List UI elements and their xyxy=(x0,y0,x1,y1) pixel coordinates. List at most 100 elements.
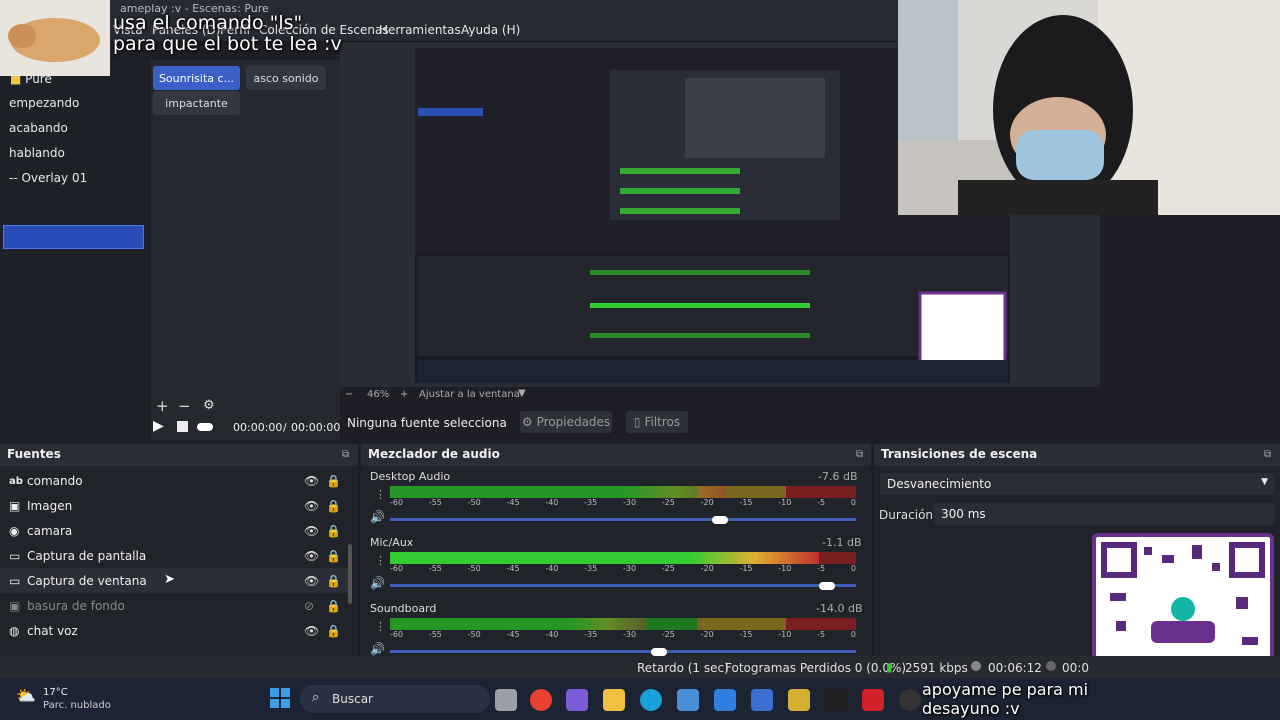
scene-item-overlay[interactable]: -- Overlay 01 xyxy=(9,171,87,185)
tick-label: -55 xyxy=(428,564,442,573)
channel-menu-icon[interactable]: ⋮ xyxy=(375,620,386,633)
lock-icon[interactable]: 🔒 xyxy=(326,574,341,588)
play-icon[interactable]: ▶ xyxy=(153,418,164,434)
search-label: Buscar xyxy=(332,692,373,706)
channel-menu-icon[interactable]: ⋮ xyxy=(375,488,386,501)
tick-label: -50 xyxy=(467,498,481,507)
channel-menu-icon[interactable]: ⋮ xyxy=(375,554,386,567)
taskbar-search[interactable]: ⌕ Buscar xyxy=(300,685,490,713)
lock-icon[interactable]: 🔒 xyxy=(326,474,341,488)
cat-image xyxy=(0,0,110,76)
playback-total-time: 00:00:00 xyxy=(291,421,341,434)
source-item-camara[interactable]: ◉ camara xyxy=(9,524,72,538)
gear-icon[interactable]: ⚙ xyxy=(203,398,215,413)
menu-ayuda[interactable]: Ayuda (H) xyxy=(461,23,520,37)
stop-icon[interactable] xyxy=(177,421,188,432)
monitor-icon: ▭ xyxy=(9,549,21,563)
filters-button[interactable]: ▯ Filtros xyxy=(626,411,688,433)
seek-slider[interactable] xyxy=(197,423,213,431)
tick-label: -60 xyxy=(390,498,404,507)
remove-scene-button[interactable]: − xyxy=(178,397,191,415)
source-item-imagen[interactable]: ▣ Imagen xyxy=(9,499,72,513)
volume-slider-knob[interactable] xyxy=(818,582,835,590)
source-item-basura-fondo[interactable]: ▣ basura de fondo xyxy=(9,599,125,613)
lock-icon[interactable]: 🔒 xyxy=(326,524,341,538)
mouse-cursor-icon: ➤ xyxy=(164,572,175,587)
tick-label: 0 xyxy=(850,498,856,507)
live-time: 00:06:12 xyxy=(988,661,1042,675)
tick-label: -40 xyxy=(545,630,559,639)
zoom-in-button[interactable]: + xyxy=(400,389,408,400)
tick-label: -25 xyxy=(661,630,675,639)
fit-window-button[interactable]: Ajustar a la ventana xyxy=(419,389,520,400)
chevron-down-icon[interactable]: ▼ xyxy=(518,388,526,399)
channel-mic-aux-name: Mic/Aux xyxy=(370,536,414,549)
dock-undock-icon[interactable]: ⧉ xyxy=(342,449,349,460)
tick-label: -50 xyxy=(467,564,481,573)
store-icon[interactable] xyxy=(677,689,699,711)
tick-label: -25 xyxy=(661,564,675,573)
volume-icon[interactable]: 🔊 xyxy=(370,510,385,524)
dock-undock-icon[interactable]: ⧉ xyxy=(856,449,863,460)
properties-button[interactable]: ⚙ Propiedades xyxy=(520,411,612,433)
file-explorer-icon[interactable] xyxy=(603,689,625,711)
lock-icon[interactable]: 🔒 xyxy=(326,599,341,613)
add-scene-button[interactable]: + xyxy=(156,397,169,415)
sound-button-asco[interactable]: asco sonido xyxy=(246,66,326,90)
channel-soundboard-name: Soundboard xyxy=(370,602,437,615)
lock-icon[interactable]: 🔒 xyxy=(326,499,341,513)
volume-slider[interactable] xyxy=(390,518,856,521)
app-icon[interactable] xyxy=(751,689,773,711)
record-indicator-icon xyxy=(1046,661,1056,671)
tick-label: -35 xyxy=(584,498,598,507)
sound-button-impactante[interactable]: impactante xyxy=(153,91,240,115)
edge-icon[interactable] xyxy=(640,689,662,711)
menu-herramientas[interactable]: Herramientas xyxy=(379,23,461,37)
source-item-captura-pantalla[interactable]: ▭ Captura de pantalla xyxy=(9,549,146,563)
volume-slider[interactable] xyxy=(390,584,856,587)
zoom-level: 46% xyxy=(367,389,390,400)
volume-icon[interactable]: 🔊 xyxy=(370,576,385,590)
duration-input[interactable]: 300 ms xyxy=(934,503,1274,525)
windows-start-icon[interactable] xyxy=(270,688,290,708)
eye-icon[interactable]: 👁 xyxy=(304,499,319,513)
source-item-captura-ventana[interactable]: ▭ Captura de ventana xyxy=(9,574,147,588)
scene-item-acabando[interactable]: acabando xyxy=(9,121,68,135)
eye-hidden-icon[interactable]: ⊘ xyxy=(304,599,314,613)
eye-icon[interactable]: 👁 xyxy=(304,574,319,588)
chrome-icon[interactable] xyxy=(530,689,552,711)
eye-icon[interactable]: 👁 xyxy=(304,624,319,638)
task-view-icon[interactable] xyxy=(495,689,517,711)
transition-select[interactable]: Desvanecimiento ▼ xyxy=(880,473,1274,495)
dock-undock-icon[interactable]: ⧉ xyxy=(1264,449,1271,460)
weather-temp: 17°C xyxy=(43,687,68,698)
scene-item-hablando[interactable]: hablando xyxy=(9,146,65,160)
volume-slider[interactable] xyxy=(390,650,856,653)
tick-label: -45 xyxy=(506,564,520,573)
dropbox-icon[interactable] xyxy=(714,689,736,711)
sources-scrollbar[interactable] xyxy=(348,544,352,604)
tick-label: -35 xyxy=(584,630,598,639)
eye-icon[interactable]: 👁 xyxy=(304,524,319,538)
lock-icon[interactable]: 🔒 xyxy=(326,549,341,563)
app-icon[interactable] xyxy=(862,689,884,711)
zoom-out-button[interactable]: − xyxy=(345,389,353,400)
copilot-icon[interactable] xyxy=(566,689,588,711)
volume-slider-knob[interactable] xyxy=(711,516,728,524)
app-icon[interactable] xyxy=(788,689,810,711)
tick-label: -15 xyxy=(739,564,753,573)
signal-icon: ▮ xyxy=(886,660,893,674)
eye-icon[interactable]: 👁 xyxy=(304,549,319,563)
eye-icon[interactable]: 👁 xyxy=(304,474,319,488)
obs-icon[interactable] xyxy=(899,689,921,711)
weather-desc: Parc. nublado xyxy=(43,700,111,711)
volume-icon[interactable]: 🔊 xyxy=(370,642,385,656)
lock-icon[interactable]: 🔒 xyxy=(326,624,341,638)
source-item-comando[interactable]: ab comando xyxy=(9,474,83,488)
chevron-down-icon: ▼ xyxy=(1261,477,1268,487)
source-item-chat-voz[interactable]: ◍ chat voz xyxy=(9,624,78,638)
streamer-app-icon[interactable] xyxy=(825,689,847,711)
volume-slider-knob[interactable] xyxy=(650,648,667,656)
scene-item-empezando[interactable]: empezando xyxy=(9,96,79,110)
sound-button-sonrisita[interactable]: Sounrisita c... xyxy=(153,66,240,90)
